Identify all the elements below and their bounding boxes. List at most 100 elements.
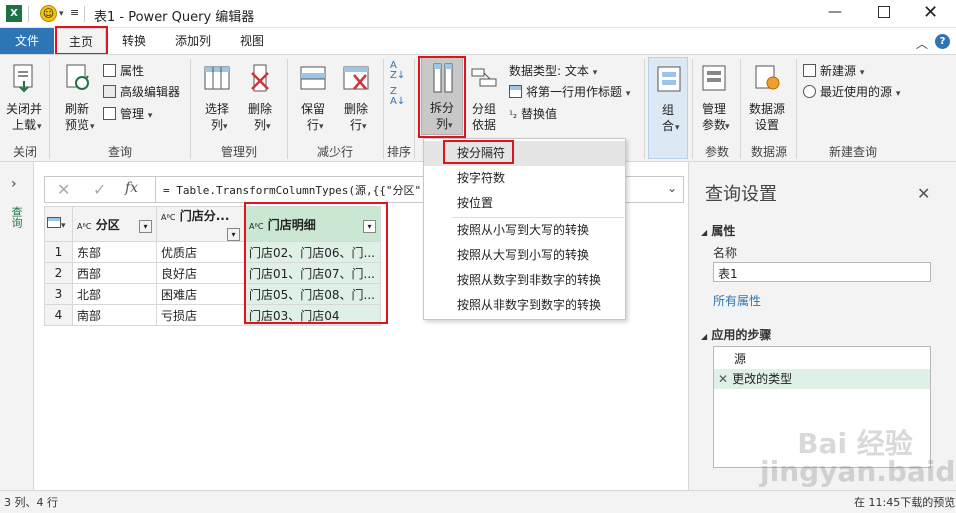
advanced-editor-button[interactable]: 高级编辑器 (103, 82, 180, 102)
column-header-store-category[interactable]: AᴮC 门店分... ▾ (156, 206, 245, 242)
expand-queries-icon[interactable]: › (11, 176, 17, 192)
datasource-settings-button[interactable]: 数据源 设置 (744, 61, 790, 139)
remove-rows-label: 删除 行 (343, 102, 368, 132)
step-changed-type-label: 更改的类型 (732, 372, 793, 386)
row-number[interactable]: 3 (44, 283, 73, 305)
first-row-header-button[interactable]: 将第一行用作标题 ▾ (509, 82, 630, 102)
tab-view[interactable]: 视图 (230, 28, 274, 54)
ribbon-tabs: 文件 主页 转换 添加列 视图 ︿ ? (0, 28, 956, 55)
manage-button[interactable]: 管理 ▾ (103, 104, 152, 124)
advanced-editor-icon (103, 85, 116, 98)
maximize-button[interactable] (878, 6, 890, 18)
qat-dropdown-icon[interactable]: ≡ (70, 6, 79, 19)
cell[interactable]: 亏损店 (156, 304, 245, 326)
new-source-button[interactable]: 新建源 ▾ (803, 61, 864, 81)
close-settings-icon[interactable]: ✕ (917, 184, 930, 203)
cell[interactable]: 门店03、门店04 (244, 304, 381, 326)
text-type-icon: AᴮC (77, 221, 92, 231)
column-header-store-detail-label: 门店明细 (267, 217, 316, 232)
chevron-down-icon[interactable]: ▾ (59, 9, 64, 19)
filter-dropdown-icon[interactable]: ▾ (363, 219, 376, 233)
step-source[interactable]: 源 (714, 349, 930, 369)
tab-transform[interactable]: 转换 (112, 28, 156, 54)
first-row-header-label: 将第一行用作标题 (526, 85, 623, 99)
cell[interactable]: 门店05、门店08、门... (244, 283, 381, 305)
menu-item-by-char-count[interactable]: 按字符数 (424, 166, 625, 191)
properties-button[interactable]: 属性 (103, 61, 144, 81)
cell[interactable]: 东部 (72, 241, 157, 263)
refresh-preview-button[interactable]: 刷新 预览 ▾ (56, 61, 98, 139)
query-name-input[interactable]: 表1 (713, 262, 931, 282)
keep-rows-button[interactable]: 保留 行 ▾ (293, 61, 333, 139)
properties-section-header[interactable]: ◢ 属性 (701, 222, 735, 239)
sort-ascending-button[interactable]: A Z↓ (390, 61, 408, 83)
remove-columns-button[interactable]: 删除 列 ▾ (240, 61, 280, 139)
queries-pane-label[interactable]: 查询 (10, 206, 24, 228)
menu-item-upper-to-lower[interactable]: 按照从大写到小写的转换 (424, 243, 625, 268)
step-changed-type[interactable]: ✕ 更改的类型 (714, 369, 930, 389)
group-label-sort: 排序 (386, 145, 411, 159)
menu-item-by-position[interactable]: 按位置 (424, 191, 625, 216)
excel-icon: X (6, 5, 22, 22)
properties-label: 属性 (120, 64, 145, 78)
filter-dropdown-icon[interactable]: ▾ (139, 219, 152, 233)
cancel-formula-icon[interactable]: ✕ (57, 180, 70, 199)
recent-sources-button[interactable]: 最近使用的源 ▾ (803, 82, 900, 102)
delete-step-icon[interactable]: ✕ (718, 372, 728, 386)
group-label-reduce-rows: 减少行 (316, 145, 353, 159)
close-load-icon (13, 64, 33, 93)
menu-item-by-delimiter[interactable]: 按分隔符 (424, 141, 625, 166)
cell[interactable]: 困难店 (156, 283, 245, 305)
menu-item-lower-to-upper[interactable]: 按照从小写到大写的转换 (424, 218, 625, 243)
column-header-store-category-label: 门店分... (179, 209, 230, 223)
cell[interactable]: 北部 (72, 283, 157, 305)
tab-home[interactable]: 主页 (56, 28, 106, 55)
remove-rows-button[interactable]: 删除 行 ▾ (336, 61, 376, 139)
cell[interactable]: 门店01、门店07、门... (244, 262, 381, 284)
table-row: 3 北部 困难店 门店05、门店08、门... (44, 283, 381, 305)
tab-add-column[interactable]: 添加列 (168, 28, 218, 54)
close-window-button[interactable]: ✕ (923, 2, 938, 23)
commit-formula-icon[interactable]: ✓ (93, 180, 106, 199)
minimize-button[interactable]: — (828, 4, 842, 20)
column-header-region[interactable]: AᴮC 分区 ▾ (72, 206, 157, 242)
replace-values-button[interactable]: ¹₂ 替换值 (509, 104, 557, 124)
filter-dropdown-icon[interactable]: ▾ (227, 228, 240, 241)
applied-steps-header[interactable]: ◢ 应用的步骤 (701, 326, 771, 343)
group-label-close: 关闭 (12, 145, 37, 159)
close-load-button[interactable]: 关闭并 上载 ▾ (2, 61, 46, 139)
split-column-button[interactable]: 拆分 列 ▾ (421, 57, 463, 135)
manage-parameters-button[interactable]: 管理 参数 ▾ (695, 61, 733, 139)
cell[interactable]: 门店02、门店06、门... (244, 241, 381, 263)
title-bar: X ☺ ▾ ≡ 表1 - Power Query 编辑器 — ✕ (0, 0, 956, 28)
expand-formula-icon[interactable]: ⌄ (667, 181, 677, 195)
smiley-icon[interactable]: ☺ (40, 5, 57, 22)
cell[interactable]: 南部 (72, 304, 157, 326)
properties-section-label: 属性 (711, 224, 736, 238)
menu-item-digit-to-nondigit[interactable]: 按照从数字到非数字的转换 (424, 268, 625, 293)
help-icon[interactable]: ? (935, 34, 950, 49)
row-number[interactable]: 4 (44, 304, 73, 326)
cell[interactable]: 优质店 (156, 241, 245, 263)
choose-columns-button[interactable]: 选择 列 ▾ (197, 61, 237, 139)
applied-steps-label: 应用的步骤 (711, 328, 772, 342)
row-number[interactable]: 2 (44, 262, 73, 284)
watermark: Bai 经验 jingyan.baidu.com (760, 427, 956, 488)
all-properties-link[interactable]: 所有属性 (713, 292, 761, 309)
new-source-icon (803, 64, 816, 77)
data-type-button[interactable]: 数据类型: 文本 ▾ (509, 61, 597, 81)
menu-item-nondigit-to-digit[interactable]: 按照从非数字到数字的转换 (424, 293, 625, 318)
sort-descending-button[interactable]: Z A↓ (390, 87, 408, 109)
group-by-button[interactable]: 分组 依据 (466, 61, 502, 139)
cell[interactable]: 西部 (72, 262, 157, 284)
collapse-ribbon-icon[interactable]: ︿ (916, 35, 928, 52)
cell[interactable]: 良好店 (156, 262, 245, 284)
tab-file[interactable]: 文件 (0, 28, 54, 54)
group-label-query: 查询 (107, 145, 132, 159)
column-header-store-detail[interactable]: AᴮC 门店明细 ▾ (244, 206, 381, 242)
table-corner-icon[interactable]: ▾ (44, 206, 73, 242)
row-number[interactable]: 1 (44, 241, 73, 263)
combine-button[interactable]: 组 合 ▾ (648, 57, 688, 159)
formula-input[interactable]: = Table.TransformColumnTypes(源,{{"分区" (163, 182, 425, 198)
fx-icon[interactable]: fx (125, 180, 138, 196)
